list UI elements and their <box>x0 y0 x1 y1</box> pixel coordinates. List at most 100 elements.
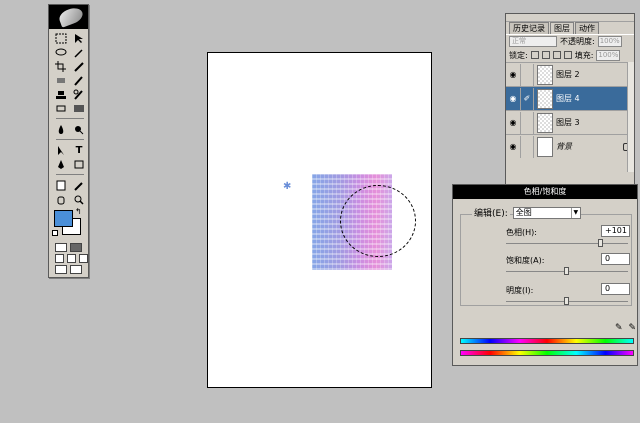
link-slot[interactable] <box>520 135 534 158</box>
lock-transparency-icon[interactable] <box>530 51 539 59</box>
default-colors-icon[interactable] <box>52 230 58 236</box>
hue-saturation-dialog: 色相/饱和度 色相(H): +101 饱和度(A): 0 明度(I): 0 编辑… <box>452 184 638 366</box>
layer-brush-icon[interactable]: ✐ <box>520 87 534 110</box>
lock-image-icon[interactable] <box>541 51 550 59</box>
adjustment-group: 色相(H): +101 饱和度(A): 0 明度(I): 0 <box>460 214 632 306</box>
eyedropper-icon[interactable] <box>71 179 87 191</box>
saturation-input[interactable]: 0 <box>601 253 630 265</box>
tab-layers[interactable]: 图层 <box>550 22 574 34</box>
lightness-input[interactable]: 0 <box>601 283 630 295</box>
foreground-color-swatch[interactable] <box>54 210 73 227</box>
lightness-slider-knob[interactable] <box>564 297 569 305</box>
palette-titlebar[interactable] <box>506 14 634 22</box>
eyedropper-icon[interactable]: ✎ <box>615 323 623 333</box>
blend-mode-select[interactable]: 正常 <box>509 36 557 47</box>
layer-row[interactable]: ◉ 图层 3 <box>506 110 634 134</box>
toolbox: T ↰ <box>48 4 89 278</box>
tab-actions[interactable]: 动作 <box>575 22 599 34</box>
lock-all-icon[interactable] <box>563 51 572 59</box>
toolbox-separator <box>56 118 84 119</box>
eyedropper-row: ✎ ✎ <box>615 323 636 333</box>
visibility-eye-icon[interactable]: ◉ <box>506 118 520 127</box>
lightness-label: 明度(I): <box>506 286 534 295</box>
link-slot[interactable] <box>520 111 534 134</box>
hue-slider[interactable] <box>506 243 628 244</box>
shape-icon[interactable] <box>71 158 87 170</box>
healing-brush-icon[interactable] <box>53 74 69 86</box>
move-icon[interactable] <box>71 32 87 44</box>
swap-colors-icon[interactable]: ↰ <box>75 207 82 216</box>
elliptical-selection[interactable] <box>340 185 416 257</box>
edit-select-value: 全图 <box>515 207 532 217</box>
edit-label: 编辑(E): <box>472 206 510 219</box>
clone-stamp-icon[interactable] <box>53 88 69 100</box>
layer-thumbnail <box>537 64 553 85</box>
lock-row: 锁定: 填充: 100% <box>506 48 634 62</box>
path-selection-icon[interactable] <box>53 144 69 156</box>
history-brush-icon[interactable] <box>71 88 87 100</box>
pen-icon[interactable] <box>53 158 69 170</box>
visibility-eye-icon[interactable]: ◉ <box>506 70 520 79</box>
eyedropper-plus-icon[interactable]: ✎ <box>629 323 637 333</box>
toolbox-separator <box>56 139 84 140</box>
jump-row <box>49 263 88 274</box>
dialog-title[interactable]: 色相/饱和度 <box>453 185 637 199</box>
layer-thumbnail <box>537 112 553 133</box>
gradient-icon[interactable] <box>71 102 87 114</box>
layer-name: 图层 4 <box>556 94 580 103</box>
brush-dab: ✱ <box>283 181 292 192</box>
layer-list: ◉ 图层 2 ◉ ✐ 图层 4 ◉ 图层 3 ◉ 背景 <box>506 62 634 158</box>
visibility-eye-icon[interactable]: ◉ <box>506 142 520 151</box>
document-canvas[interactable]: ✱ <box>207 52 432 388</box>
saturation-label: 饱和度(A): <box>506 256 545 265</box>
hue-slider-knob[interactable] <box>597 239 603 247</box>
quickmask-mode-icon[interactable] <box>70 243 82 252</box>
layer-row[interactable]: ◉ 图层 2 <box>506 62 634 86</box>
saturation-slider-knob[interactable] <box>564 267 569 275</box>
lasso-icon[interactable] <box>53 46 69 58</box>
slice-icon[interactable] <box>71 60 87 72</box>
tab-history[interactable]: 历史记录 <box>509 22 549 34</box>
standard-mode-icon[interactable] <box>55 243 67 252</box>
opacity-field[interactable]: 100% <box>597 36 622 47</box>
hue-input[interactable]: +101 <box>601 225 630 237</box>
hue-label: 色相(H): <box>506 228 537 237</box>
marquee-icon[interactable] <box>53 32 69 44</box>
toolbox-separator <box>56 174 84 175</box>
jump-alt-icon[interactable] <box>70 265 82 274</box>
notes-icon[interactable] <box>53 179 69 191</box>
jump-to-imageready-icon[interactable] <box>55 265 67 274</box>
fill-label: 填充: <box>574 50 594 60</box>
layers-scrollbar[interactable] <box>627 62 634 172</box>
crop-icon[interactable] <box>53 60 69 72</box>
hand-icon[interactable] <box>53 193 69 205</box>
layer-options-row: 正常 不透明度: 100% <box>506 34 634 48</box>
toolbox-header[interactable] <box>49 5 88 29</box>
standard-screen-icon[interactable] <box>55 254 64 263</box>
type-icon[interactable]: T <box>71 144 87 156</box>
layer-row[interactable]: ◉ 背景 <box>506 134 634 158</box>
link-slot[interactable] <box>520 63 534 86</box>
dodge-icon[interactable] <box>71 123 87 135</box>
eraser-icon[interactable] <box>53 102 69 114</box>
opacity-label: 不透明度: <box>560 37 595 46</box>
lock-position-icon[interactable] <box>552 51 561 59</box>
zoom-icon[interactable] <box>71 193 87 205</box>
edit-select[interactable]: 全图 ▼ <box>512 206 581 219</box>
output-color-bar <box>460 350 634 356</box>
chevron-down-icon: ▼ <box>570 207 580 218</box>
magic-wand-icon[interactable] <box>71 46 87 58</box>
layer-row[interactable]: ◉ ✐ 图层 4 <box>506 86 634 110</box>
fullscreen-menubar-icon[interactable] <box>67 254 76 263</box>
layer-thumbnail <box>537 136 553 157</box>
blur-icon[interactable] <box>53 123 69 135</box>
screen-mode-row <box>49 252 88 263</box>
quickmask-row <box>49 241 88 252</box>
color-swatches: ↰ <box>49 207 88 241</box>
visibility-eye-icon[interactable]: ◉ <box>506 94 520 103</box>
edit-row: 编辑(E): 全图 ▼ <box>472 206 581 219</box>
feather-logo-icon <box>57 5 85 28</box>
fullscreen-icon[interactable] <box>79 254 88 263</box>
brush-icon[interactable] <box>71 74 87 86</box>
fill-field[interactable]: 100% <box>596 49 621 61</box>
